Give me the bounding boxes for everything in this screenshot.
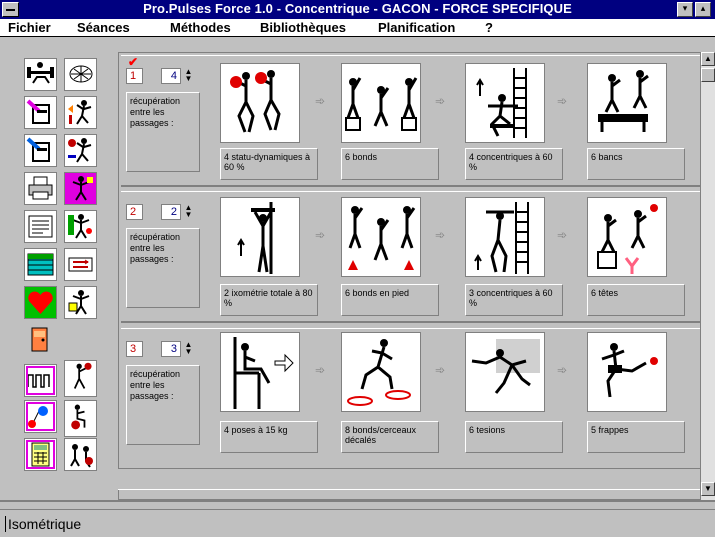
passages-count[interactable]: 2 xyxy=(161,204,181,220)
arrow-icon: ➾ xyxy=(435,228,446,242)
muscles-yellow-icon[interactable] xyxy=(64,286,97,319)
app-window: Pro.Pulses Force 1.0 - Concentrique - GA… xyxy=(0,0,715,537)
exercise-label[interactable]: 2 ixométrie totale à 80 % xyxy=(220,284,318,316)
rack-squat-icon[interactable] xyxy=(465,63,545,143)
text-caret xyxy=(5,516,6,532)
arrow-icon: ➾ xyxy=(315,94,326,108)
menu-bar: Fichier Séances Méthodes Bibliothèques P… xyxy=(0,19,715,37)
tackle-icon[interactable] xyxy=(465,332,545,412)
checkmark-icon: ✔ xyxy=(128,55,139,69)
bench-jump-icon[interactable] xyxy=(587,63,667,143)
exercise-label[interactable]: 6 tesions xyxy=(465,421,563,453)
recuperation-label: récupération entre les passages : xyxy=(126,92,200,172)
leg-extension-icon[interactable] xyxy=(220,332,300,412)
exercise-label[interactable]: 6 bonds en pied xyxy=(341,284,439,316)
muscles-ball-icon[interactable] xyxy=(64,134,97,167)
recuperation-label: récupération entre les passages : xyxy=(126,365,200,445)
kick-icon[interactable] xyxy=(587,332,667,412)
heart-icon[interactable] xyxy=(24,286,57,319)
lollipop-chart-icon[interactable] xyxy=(24,400,57,433)
exercise-label[interactable]: 3 concentriques à 60 % xyxy=(465,284,563,316)
muscles-jump-icon[interactable] xyxy=(64,96,97,129)
trainer-blue-icon[interactable] xyxy=(24,134,57,167)
exercise-label[interactable]: 4 statu-dynamiques à 60 % xyxy=(220,148,318,180)
menu-methodes[interactable]: Méthodes xyxy=(170,20,231,35)
printer-icon[interactable] xyxy=(24,172,57,205)
menu-fichier[interactable]: Fichier xyxy=(8,20,51,35)
menu-help[interactable]: ? xyxy=(485,20,493,35)
passages-count[interactable]: 3 xyxy=(161,341,181,357)
arrows-switch-icon[interactable] xyxy=(64,248,97,281)
document-list-icon[interactable] xyxy=(24,210,57,243)
group-athletes-icon[interactable] xyxy=(64,438,97,471)
menu-bibliotheques[interactable]: Bibliothèques xyxy=(260,20,346,35)
seance-row: ✔ 1 4 ▲ ▼ récupération entre les passages… xyxy=(121,55,705,187)
exercise-label[interactable]: 8 bonds/cerceaux décalés xyxy=(341,421,439,453)
cone-jumps-icon[interactable] xyxy=(341,197,421,277)
pulse-chart-icon[interactable] xyxy=(24,364,57,397)
seance-number[interactable]: 3 xyxy=(126,341,143,357)
tool-palette xyxy=(17,52,109,480)
exercise-label[interactable]: 6 bonds xyxy=(341,148,439,180)
spin-button[interactable]: ▲ ▼ xyxy=(184,341,193,357)
scroll-up-button[interactable]: ▲ xyxy=(701,52,715,66)
rack-press-icon[interactable] xyxy=(465,197,545,277)
spin-button[interactable]: ▲ ▼ xyxy=(184,68,193,84)
muscles-magenta-icon[interactable] xyxy=(64,172,97,205)
seance-row: 2 2 ▲ ▼ récupération entre les passages :… xyxy=(121,191,705,323)
weight-bench-icon[interactable] xyxy=(24,58,57,91)
status-bar: Isométrique xyxy=(0,509,715,537)
arrow-icon: ➾ xyxy=(315,363,326,377)
spin-button[interactable]: ▲ ▼ xyxy=(184,204,193,220)
throw-athlete-icon[interactable] xyxy=(64,360,97,397)
seances-panel: ✔ 1 4 ▲ ▼ récupération entre les passages… xyxy=(118,52,705,500)
vertical-scrollbar[interactable]: ▲ ▼ xyxy=(700,52,715,500)
arrow-icon: ➾ xyxy=(435,94,446,108)
menu-seances[interactable]: Séances xyxy=(77,20,130,35)
exercise-label[interactable]: 6 têtes xyxy=(587,284,685,316)
exercise-label[interactable]: 4 concentriques à 60 % xyxy=(465,148,563,180)
scroll-down-button[interactable]: ▼ xyxy=(701,482,715,496)
bottom-panel xyxy=(118,468,700,490)
arrow-icon: ➾ xyxy=(435,363,446,377)
exercise-label[interactable]: 4 poses à 15 kg xyxy=(220,421,318,453)
exercise-label[interactable]: 6 bancs xyxy=(587,148,685,180)
title-bar: Pro.Pulses Force 1.0 - Concentrique - GA… xyxy=(0,0,715,19)
seance-number[interactable]: 2 xyxy=(126,204,143,220)
menu-planification[interactable]: Planification xyxy=(378,20,455,35)
minimize-button[interactable]: ▾ xyxy=(677,2,693,17)
seance-row: 3 3 ▲ ▼ récupération entre les passages :… xyxy=(121,328,705,460)
window-title: Pro.Pulses Force 1.0 - Concentrique - GA… xyxy=(143,1,572,16)
seance-number[interactable]: 1 xyxy=(126,68,143,84)
jump-squat-icon[interactable] xyxy=(220,63,300,143)
separator xyxy=(0,500,715,502)
calculator-icon[interactable] xyxy=(24,438,57,471)
maximize-button[interactable]: ▴ xyxy=(695,2,711,17)
hoop-jumps-icon[interactable] xyxy=(341,332,421,412)
isometric-squat-icon[interactable] xyxy=(220,197,300,277)
arrow-icon: ➾ xyxy=(557,363,568,377)
exit-door-icon[interactable] xyxy=(24,324,57,357)
header-jump-icon[interactable] xyxy=(587,197,667,277)
passages-count[interactable]: 4 xyxy=(161,68,181,84)
seated-athlete-icon[interactable] xyxy=(64,400,97,437)
skeleton-icon[interactable] xyxy=(64,58,97,91)
scroll-thumb[interactable] xyxy=(701,68,715,82)
box-jumps-icon[interactable] xyxy=(341,63,421,143)
calendar-grid-icon[interactable] xyxy=(24,248,57,281)
trainer-pink-icon[interactable] xyxy=(24,96,57,129)
arrow-icon: ➾ xyxy=(315,228,326,242)
recuperation-label: récupération entre les passages : xyxy=(126,228,200,308)
muscles-green-icon[interactable] xyxy=(64,210,97,243)
arrow-icon: ➾ xyxy=(557,228,568,242)
exercise-label[interactable]: 5 frappes xyxy=(587,421,685,453)
arrow-icon: ➾ xyxy=(557,94,568,108)
status-text: Isométrique xyxy=(8,516,82,532)
